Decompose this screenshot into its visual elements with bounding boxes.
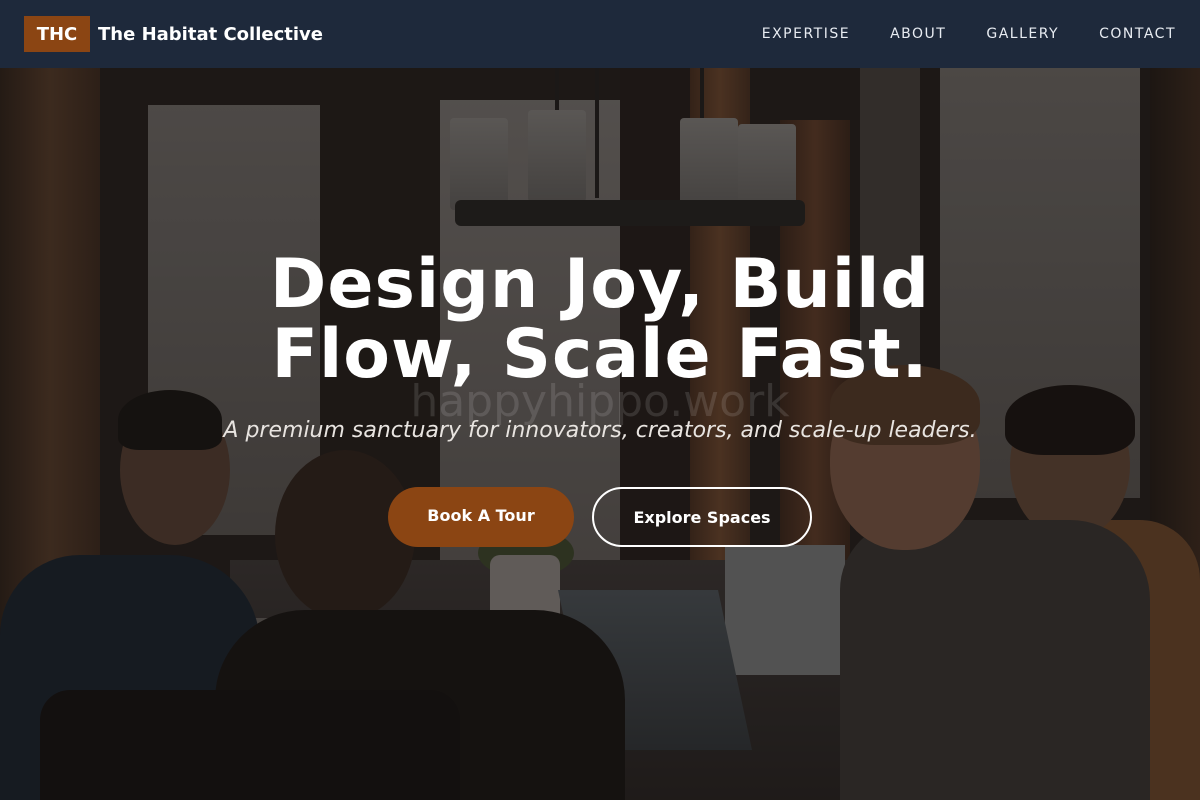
nav-item-gallery[interactable]: GALLERY	[986, 26, 1059, 42]
brand-name[interactable]: The Habitat Collective	[98, 24, 323, 45]
explore-spaces-button[interactable]: Explore Spaces	[592, 487, 812, 547]
hero-headline: Design Joy, Build Flow, Scale Fast.	[269, 245, 931, 394]
cta-group: Book A Tour Explore Spaces	[0, 487, 1200, 547]
book-tour-button[interactable]: Book A Tour	[388, 487, 574, 547]
logo[interactable]: THC	[24, 16, 90, 52]
hero-subtitle: A premium sanctuary for innovators, crea…	[223, 418, 977, 443]
hero-section: Design Joy, Build Flow, Scale Fast. A pr…	[0, 250, 1200, 547]
navbar: THC The Habitat Collective EXPERTISE ABO…	[0, 0, 1200, 68]
nav-item-contact[interactable]: CONTACT	[1099, 26, 1176, 42]
nav-item-about[interactable]: ABOUT	[890, 26, 946, 42]
nav-item-expertise[interactable]: EXPERTISE	[762, 26, 850, 42]
nav-menu: EXPERTISE ABOUT GALLERY CONTACT	[762, 26, 1176, 42]
